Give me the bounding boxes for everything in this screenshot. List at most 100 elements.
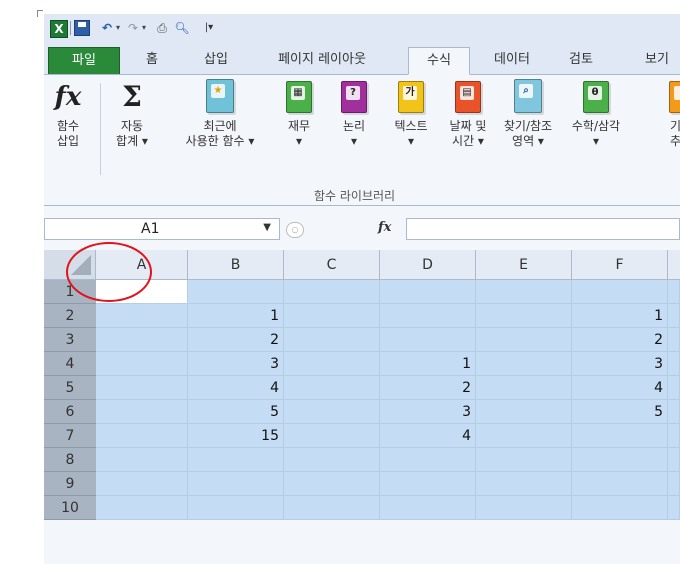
cell-a9[interactable] — [96, 472, 188, 496]
cell-c2[interactable] — [284, 304, 380, 328]
cell-d10[interactable] — [380, 496, 476, 520]
undo-icon[interactable]: ↶ — [100, 20, 114, 36]
cell-d8[interactable] — [380, 448, 476, 472]
print-preview-icon[interactable]: 🔍︎ — [174, 20, 190, 36]
row-header-3[interactable]: 3 — [44, 328, 96, 352]
cell-b6[interactable]: 5 — [188, 400, 284, 424]
cell-g4[interactable] — [668, 352, 680, 376]
cell-g9[interactable] — [668, 472, 680, 496]
insert-function-button[interactable]: fx 함수 삽입 — [46, 75, 90, 183]
row-header-7[interactable]: 7 — [44, 424, 96, 448]
cell-b5[interactable]: 4 — [188, 376, 284, 400]
cell-f10[interactable] — [572, 496, 668, 520]
cell-a6[interactable] — [96, 400, 188, 424]
name-box[interactable]: A1 ▼ — [44, 218, 280, 240]
cell-a2[interactable] — [96, 304, 188, 328]
cell-e8[interactable] — [476, 448, 572, 472]
column-header-e[interactable]: E — [476, 250, 572, 280]
cell-d4[interactable]: 1 — [380, 352, 476, 376]
math-trig-button[interactable]: θ 수학/삼각 ▾ — [564, 75, 628, 183]
cell-d3[interactable] — [380, 328, 476, 352]
cell-f7[interactable] — [572, 424, 668, 448]
cell-b10[interactable] — [188, 496, 284, 520]
tab-review[interactable]: 검토 — [558, 47, 604, 73]
cell-f2[interactable]: 1 — [572, 304, 668, 328]
cell-a5[interactable] — [96, 376, 188, 400]
cell-e2[interactable] — [476, 304, 572, 328]
cell-g5[interactable] — [668, 376, 680, 400]
tab-formulas[interactable]: 수식 — [408, 47, 470, 75]
row-header-2[interactable]: 2 — [44, 304, 96, 328]
cell-b4[interactable]: 3 — [188, 352, 284, 376]
cell-f1[interactable] — [572, 280, 668, 304]
cell-c4[interactable] — [284, 352, 380, 376]
more-functions-button[interactable]: 기 추 — [664, 75, 680, 183]
row-header-6[interactable]: 6 — [44, 400, 96, 424]
column-header-d[interactable]: D — [380, 250, 476, 280]
cell-b1[interactable] — [188, 280, 284, 304]
cell-f8[interactable] — [572, 448, 668, 472]
formula-bar-resize-icon[interactable]: ○ — [286, 222, 304, 238]
cell-e7[interactable] — [476, 424, 572, 448]
row-header-4[interactable]: 4 — [44, 352, 96, 376]
cell-e3[interactable] — [476, 328, 572, 352]
cell-c9[interactable] — [284, 472, 380, 496]
tab-view[interactable]: 보기 — [634, 47, 680, 73]
cell-f5[interactable]: 4 — [572, 376, 668, 400]
cell-b2[interactable]: 1 — [188, 304, 284, 328]
text-button[interactable]: 가 텍스트 ▾ — [384, 75, 438, 183]
column-header-c[interactable]: C — [284, 250, 380, 280]
cell-d7[interactable]: 4 — [380, 424, 476, 448]
cell-b9[interactable] — [188, 472, 284, 496]
cell-g1[interactable] — [668, 280, 680, 304]
insert-function-fx-icon[interactable]: fx — [378, 220, 391, 235]
tab-file[interactable]: 파일 — [48, 47, 120, 74]
date-time-button[interactable]: ▤ 날짜 및 시간 ▾ — [442, 75, 494, 183]
cell-c10[interactable] — [284, 496, 380, 520]
undo-dropdown-icon[interactable]: ▾ — [114, 20, 122, 36]
cell-f9[interactable] — [572, 472, 668, 496]
save-icon[interactable] — [74, 20, 90, 36]
tab-insert[interactable]: 삽입 — [194, 47, 238, 73]
cell-g6[interactable] — [668, 400, 680, 424]
cell-d9[interactable] — [380, 472, 476, 496]
cell-c6[interactable] — [284, 400, 380, 424]
cell-e1[interactable] — [476, 280, 572, 304]
cell-g3[interactable] — [668, 328, 680, 352]
logical-button[interactable]: ? 논리 ▾ — [334, 75, 374, 183]
tab-page-layout[interactable]: 페이지 레이아웃 — [260, 47, 384, 73]
cell-d2[interactable] — [380, 304, 476, 328]
column-header-g-partial[interactable] — [668, 250, 680, 280]
cell-g8[interactable] — [668, 448, 680, 472]
cell-a10[interactable] — [96, 496, 188, 520]
cell-a4[interactable] — [96, 352, 188, 376]
cell-e10[interactable] — [476, 496, 572, 520]
cell-e4[interactable] — [476, 352, 572, 376]
cell-b8[interactable] — [188, 448, 284, 472]
tab-data[interactable]: 데이터 — [484, 47, 540, 73]
cell-d6[interactable]: 3 — [380, 400, 476, 424]
formula-input[interactable] — [406, 218, 680, 240]
cell-f4[interactable]: 3 — [572, 352, 668, 376]
cell-c3[interactable] — [284, 328, 380, 352]
cell-c7[interactable] — [284, 424, 380, 448]
financial-button[interactable]: ▦ 재무 ▾ — [280, 75, 318, 183]
redo-icon[interactable]: ↷ — [126, 20, 140, 36]
cell-b7[interactable]: 15 — [188, 424, 284, 448]
lookup-reference-button[interactable]: ⌕ 찾기/참조 영역 ▾ — [496, 75, 560, 183]
cell-a8[interactable] — [96, 448, 188, 472]
row-header-5[interactable]: 5 — [44, 376, 96, 400]
cell-d1[interactable] — [380, 280, 476, 304]
cell-e6[interactable] — [476, 400, 572, 424]
cell-f6[interactable]: 5 — [572, 400, 668, 424]
cell-g10[interactable] — [668, 496, 680, 520]
column-header-f[interactable]: F — [572, 250, 668, 280]
recently-used-button[interactable]: ★ 최근에 사용한 함수 ▾ — [172, 75, 268, 183]
column-header-b[interactable]: B — [188, 250, 284, 280]
tab-home[interactable]: 홈 — [134, 47, 170, 73]
row-header-8[interactable]: 8 — [44, 448, 96, 472]
cell-c1[interactable] — [284, 280, 380, 304]
cell-e5[interactable] — [476, 376, 572, 400]
name-box-dropdown-icon[interactable]: ▼ — [263, 222, 271, 233]
cell-f3[interactable]: 2 — [572, 328, 668, 352]
